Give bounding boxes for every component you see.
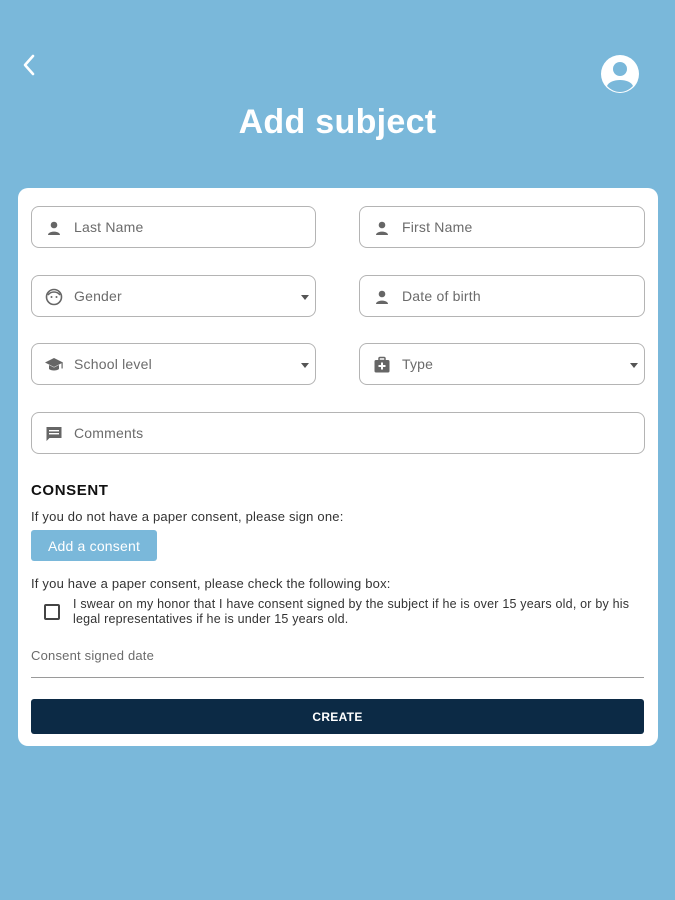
face-icon [44,287,64,307]
person-icon [44,218,64,238]
consent-heading: CONSENT [31,482,109,499]
last-name-placeholder: Last Name [74,219,144,235]
type-select[interactable]: Type [359,343,645,385]
no-paper-consent-text: If you do not have a paper consent, plea… [31,509,344,524]
date-of-birth-placeholder: Date of birth [402,288,481,304]
back-button[interactable] [14,50,44,80]
add-subject-page: Add subject Last Name First Name Gender [0,0,675,900]
comment-icon [44,424,64,444]
medical-bag-icon [372,355,392,375]
consent-signed-date-field[interactable]: Consent signed date [31,646,644,678]
dropdown-arrow-icon [301,363,309,368]
person-icon [372,287,392,307]
type-placeholder: Type [402,356,434,372]
add-consent-button[interactable]: Add a consent [31,530,157,561]
date-of-birth-field[interactable]: Date of birth [359,275,645,317]
first-name-placeholder: First Name [402,219,473,235]
comments-field[interactable]: Comments [31,412,645,454]
page-title: Add subject [238,103,437,141]
create-button[interactable]: CREATE [31,699,644,734]
first-name-field[interactable]: First Name [359,206,645,248]
gender-select[interactable]: Gender [31,275,316,317]
profile-button[interactable] [600,54,640,94]
consent-signed-date-placeholder: Consent signed date [31,648,155,663]
consent-checkbox-label: I swear on my honor that I have consent … [73,597,630,626]
form-card: Last Name First Name Gender Date of birt… [18,188,658,746]
school-level-select[interactable]: School level [31,343,316,385]
gender-placeholder: Gender [74,288,122,304]
dropdown-arrow-icon [301,295,309,300]
school-level-placeholder: School level [74,356,152,372]
dropdown-arrow-icon [630,363,638,368]
comments-placeholder: Comments [74,425,144,441]
graduation-cap-icon [44,355,64,375]
last-name-field[interactable]: Last Name [31,206,316,248]
chevron-left-icon [23,54,35,76]
consent-checkbox[interactable] [44,604,60,620]
paper-consent-text: If you have a paper consent, please chec… [31,576,391,591]
person-icon [372,218,392,238]
account-circle-icon [601,55,639,93]
